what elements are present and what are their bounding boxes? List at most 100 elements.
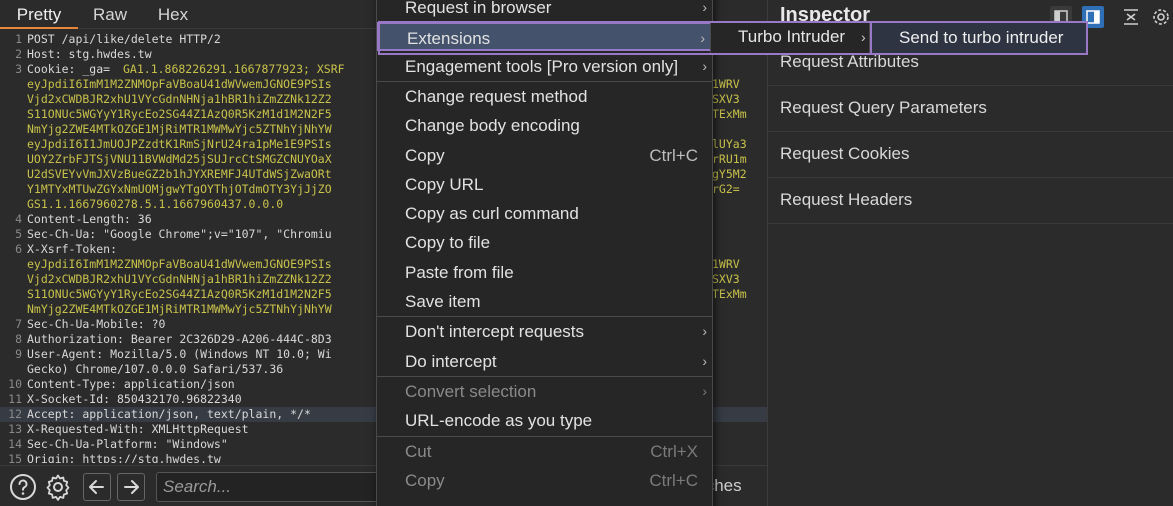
line-content: S11ONUc5WGYyY1RycEo2SG44Z1AzQ0R5KzM1d1M2… — [27, 287, 332, 301]
submenu-item-send-to-turbo-intruder[interactable]: Send to turbo intruder — [872, 23, 1086, 53]
line-number: 9 — [15, 347, 22, 361]
settings-button[interactable] — [44, 473, 72, 501]
inspector-section-label: Request Attributes — [780, 52, 919, 71]
line-content: Gecko) Chrome/107.0.0.0 Safari/537.36 — [27, 362, 284, 376]
chevron-right-icon: › — [702, 323, 707, 340]
inspector-section-label: Request Headers — [780, 190, 913, 209]
wrapped-line-tail: TExMm — [712, 107, 747, 121]
line-content: Vjd2xCWDBJR2xhU1VYcGdnNHNja1hBR1hiZmZZNk… — [27, 272, 332, 286]
wrapped-line-tail: rRU1m — [712, 152, 747, 166]
line-number: 15 — [8, 452, 22, 463]
menu-item[interactable]: Copy as curl command — [377, 199, 712, 228]
inspector-section-label: Request Cookies — [780, 144, 910, 163]
menu-item-label: Paste from file — [405, 262, 514, 282]
wrapped-line-tail: gY5M2 — [712, 167, 747, 181]
line-content: eyJpdiI6I1JmUOJPZzdtK1RmSjNrU24ra1pMe1E9… — [27, 137, 332, 151]
menu-item[interactable]: Change body encoding — [377, 111, 712, 140]
line-content: Accept: application/json, text/plain, */… — [27, 407, 311, 421]
inspector-section[interactable]: Request Query Parameters — [768, 86, 1173, 132]
menu-item[interactable]: Engagement tools [Pro version only] › — [377, 52, 712, 81]
menu-item[interactable]: Change request method — [377, 82, 712, 111]
menu-item-label: Convert selection — [405, 381, 537, 401]
line-content: X-Xsrf-Token: — [27, 242, 118, 256]
line-content: GS1.1.1667960278.5.1.1667960437.0.0.0 — [27, 197, 284, 211]
line-content: NmYjg2ZWE4MTkOZGE1MjRiMTR1MWMwYjc5ZTNhYj… — [27, 302, 332, 316]
wrapped-line-tail: lUYa3 — [712, 137, 747, 151]
gear-icon — [46, 474, 70, 501]
menu-item[interactable]: URL-encode as you type — [377, 406, 712, 435]
line-content: X-Socket-Id: 850432170.96822340 — [27, 392, 242, 406]
collapse-icon — [1124, 9, 1138, 25]
line-number: 14 — [8, 437, 22, 451]
menu-item-label: Save item — [405, 292, 481, 311]
next-match-button[interactable] — [117, 473, 145, 501]
wrapped-line-tail: rG2= — [712, 182, 740, 196]
help-icon — [10, 474, 36, 500]
settings-menu-button[interactable] — [1150, 6, 1172, 28]
line-number: 10 — [8, 377, 22, 391]
inspector-section[interactable]: Request Headers — [768, 178, 1173, 224]
submenu-item-label: Send to turbo intruder — [899, 28, 1064, 47]
submenu-item-turbo-intruder[interactable]: Turbo Intruder › — [711, 22, 869, 54]
line-number: 12 — [8, 407, 22, 421]
line-content: Content-Length: 36 — [27, 212, 152, 226]
menu-item-label: Copy — [405, 470, 445, 490]
line-content: eyJpdiI6ImM1M2ZNMOpFaVBoaU41dWVwemJGNOE9… — [27, 77, 332, 91]
menu-item-label: Copy as curl command — [405, 204, 579, 224]
previous-match-button[interactable] — [83, 473, 111, 501]
search-input[interactable] — [163, 477, 383, 497]
menu-item[interactable]: Copy Ctrl+C — [377, 141, 712, 170]
menu-item-label: Copy to file — [405, 233, 491, 253]
inspector-section[interactable]: Request Cookies — [768, 132, 1173, 178]
menu-item-label: Cut — [405, 441, 432, 461]
menu-item[interactable]: Request in browser › — [377, 0, 712, 22]
line-content: Sec-Ch-Ua-Mobile: ?0 — [27, 317, 166, 331]
menu-item-label: Request in browser — [405, 0, 552, 17]
line-number: 1 — [15, 32, 22, 46]
line-number: 5 — [15, 227, 22, 241]
line-content: Y1MTYxMTUwZGYxNmUOMjgwYTgOYThjOTdmOTY3Yj… — [27, 182, 332, 196]
line-content: Host: stg.hwdes.tw — [27, 47, 152, 61]
menu-item[interactable]: Copy URL — [377, 170, 712, 199]
menu-item-label: Change request method — [405, 86, 588, 106]
menu-item[interactable]: Extensions › — [377, 22, 712, 52]
arrow-left-icon — [89, 480, 104, 494]
menu-item: Copy Ctrl+C — [377, 466, 712, 495]
tab-hex[interactable]: Hex — [142, 0, 204, 29]
collapse-button[interactable] — [1120, 6, 1142, 28]
menu-item-label: Engagement tools [Pro version only] — [405, 56, 679, 76]
menu-item[interactable]: Copy to file — [377, 228, 712, 257]
menu-item[interactable]: Do intercept › — [377, 347, 712, 376]
help-button[interactable] — [9, 473, 37, 501]
line-content: X-Requested-With: XMLHttpRequest — [27, 422, 249, 436]
menu-item[interactable]: Don't intercept requests › — [377, 317, 712, 346]
menu-item-label: Copy URL — [405, 174, 484, 194]
tab-pretty[interactable]: Pretty — [0, 0, 78, 29]
line-number: 4 — [15, 212, 22, 226]
context-menu: Request in browser › Extensions › Engagement… — [376, 0, 713, 506]
inspector-pane: Inspector Request Attributes Request Quer… — [768, 0, 1173, 506]
line-number: 2 — [15, 47, 22, 61]
wrapped-line-tail: TExMm — [712, 287, 747, 301]
chevron-right-icon: › — [861, 29, 866, 45]
wrapped-line-tail: 1WRV — [712, 257, 740, 271]
gear-icon — [1153, 9, 1169, 25]
line-content: Origin: https://stg.hwdes.tw — [27, 452, 221, 463]
menu-item[interactable]: Save item — [377, 287, 712, 316]
line-content: POST /api/like/delete HTTP/2 — [27, 32, 221, 46]
line-content: Content-Type: application/json — [27, 377, 235, 391]
line-content: Sec-Ch-Ua-Platform: "Windows" — [27, 437, 228, 451]
menu-item-label: Don't intercept requests — [405, 322, 585, 342]
tab-raw[interactable]: Raw — [78, 0, 142, 29]
menu-item-shortcut: Ctrl+X — [650, 441, 698, 461]
submenu-item-label: Turbo Intruder — [738, 27, 846, 46]
turbo-intruder-submenu: Send to turbo intruder — [870, 21, 1088, 55]
extensions-submenu: Turbo Intruder › — [710, 21, 870, 55]
menu-item[interactable]: Paste from file — [377, 258, 712, 287]
line-content: User-Agent: Mozilla/5.0 (Windows NT 10.0… — [27, 347, 332, 361]
search-box — [156, 472, 396, 502]
line-number: 7 — [15, 317, 22, 331]
line-content: NmYjg2ZWE4MTkOZGE1MjRiMTR1MWMwYjc5ZTNhYj… — [27, 122, 332, 136]
line-content: eyJpdiI6ImM1M2ZNMOpFaVBoaU41dWVwemJGNOE9… — [27, 257, 332, 271]
menu-item-label: Extensions — [407, 29, 491, 49]
